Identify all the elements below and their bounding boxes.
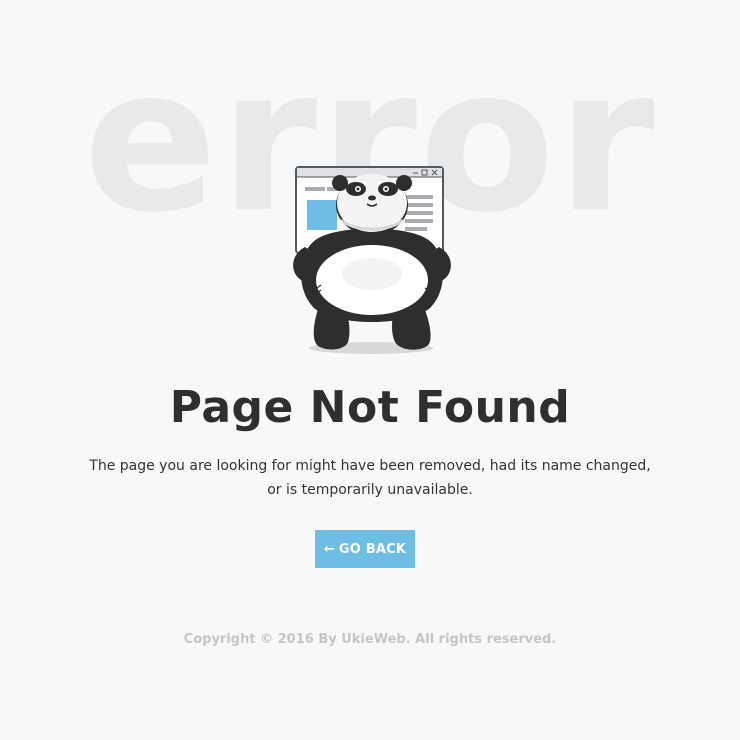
error-message-line-2: or is temporarily unavailable.: [267, 482, 473, 498]
error-page: error Page Not Found The page you are lo…: [0, 0, 740, 740]
panda-illustration: [283, 162, 463, 358]
error-message: The page you are looking for might have …: [70, 454, 670, 502]
go-back-button[interactable]: ← GO BACK: [315, 530, 415, 568]
go-back-label: GO BACK: [338, 541, 407, 557]
page-title: Page Not Found: [169, 382, 571, 433]
panda-holding-browser-window-icon: [293, 166, 451, 354]
arrow-left-icon: ←: [323, 541, 335, 557]
copyright-text: Copyright © 2016 By UkieWeb. All rights …: [183, 632, 557, 647]
error-message-line-1: The page you are looking for might have …: [89, 458, 651, 474]
